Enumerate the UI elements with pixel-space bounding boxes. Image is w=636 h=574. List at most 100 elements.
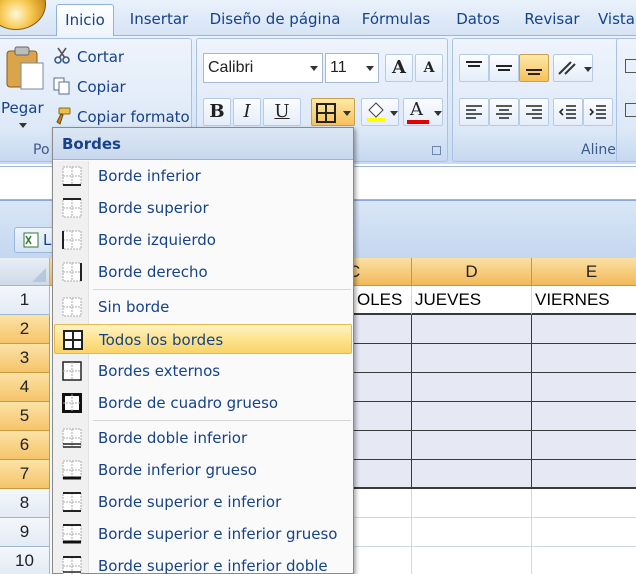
tab-formulas[interactable]: Fórmulas: [356, 4, 436, 36]
column-header-d[interactable]: D: [412, 258, 532, 286]
cell-e6[interactable]: [532, 431, 636, 460]
tab-insertar[interactable]: Insertar: [122, 4, 196, 36]
cell-e2[interactable]: [532, 315, 636, 344]
align-middle-button[interactable]: [489, 54, 519, 82]
scissors-icon: [54, 47, 70, 64]
tab-inicio[interactable]: Inicio: [56, 4, 114, 37]
cell-e1[interactable]: VIERNES: [532, 286, 636, 315]
left-border-icon: [62, 230, 82, 250]
copy-button[interactable]: Copiar: [53, 74, 126, 100]
tab-vista[interactable]: Vista: [598, 4, 636, 36]
font-size-combo[interactable]: 11: [325, 53, 379, 83]
cell-e10[interactable]: [532, 547, 636, 574]
menu-item-borde-superior[interactable]: Borde superior: [54, 193, 352, 223]
row-header-5[interactable]: 5: [0, 402, 50, 431]
column-header-e[interactable]: E: [532, 258, 636, 286]
menu-item-borde-derecho[interactable]: Borde derecho: [54, 257, 352, 287]
font-name-combo[interactable]: Calibri: [203, 53, 323, 83]
cell-d8[interactable]: [412, 489, 532, 518]
cell-c9[interactable]: [354, 518, 412, 547]
decrease-font-button[interactable]: A: [415, 54, 443, 82]
underline-button[interactable]: U: [263, 98, 301, 126]
cell-e9[interactable]: [532, 518, 636, 547]
align-left-icon: [466, 105, 482, 119]
cell-c8[interactable]: [354, 489, 412, 518]
merge-cells-icon[interactable]: [625, 103, 636, 117]
row-header-7[interactable]: 7: [0, 460, 50, 489]
paste-button[interactable]: Pegar: [0, 41, 49, 137]
excel-workbook-icon: [23, 232, 39, 248]
cell-e5[interactable]: [532, 402, 636, 431]
menu-separator: [93, 289, 351, 290]
menu-item-borde-doble-inferior[interactable]: Borde doble inferior: [54, 423, 352, 453]
row-header-9[interactable]: 9: [0, 518, 50, 547]
italic-button[interactable]: I: [233, 98, 261, 126]
cell-e4[interactable]: [532, 373, 636, 402]
menu-item-borde-izquierdo[interactable]: Borde izquierdo: [54, 225, 352, 255]
cell-d1[interactable]: JUEVES: [412, 286, 532, 315]
menu-item-bordes-externos[interactable]: Bordes externos: [54, 356, 352, 386]
cell-c3[interactable]: [354, 344, 412, 373]
tab-datos[interactable]: Datos: [448, 4, 508, 36]
align-left-button[interactable]: [459, 98, 489, 126]
cell-d2[interactable]: [412, 315, 532, 344]
tab-diseno-pagina[interactable]: Diseño de página: [206, 4, 344, 36]
fill-color-button[interactable]: [361, 98, 399, 126]
cell-e7[interactable]: [532, 460, 636, 489]
cell-c2[interactable]: [354, 315, 412, 344]
wrap-text-icon[interactable]: [625, 59, 636, 73]
cell-c6[interactable]: [354, 431, 412, 460]
cell-d10[interactable]: [412, 547, 532, 574]
paste-dropdown-arrow[interactable]: [19, 123, 27, 128]
decrease-indent-button[interactable]: [553, 98, 583, 126]
cell-e8[interactable]: [532, 489, 636, 518]
cell-d5[interactable]: [412, 402, 532, 431]
menu-item-todos-los-bordes[interactable]: Todos los bordes: [54, 324, 352, 354]
align-bottom-icon: [526, 69, 542, 75]
font-dialog-launcher-icon[interactable]: [432, 146, 441, 155]
align-top-button[interactable]: [459, 54, 489, 82]
select-all-corner[interactable]: [0, 258, 50, 286]
no-border-icon: [62, 297, 82, 317]
menu-item-borde-superior-e-inferior[interactable]: Borde superior e inferior: [54, 487, 352, 517]
underline-label: U: [274, 101, 290, 122]
office-button[interactable]: [0, 0, 46, 30]
row-header-3[interactable]: 3: [0, 344, 50, 373]
thick-bottom-border-icon: [62, 460, 82, 480]
font-color-button[interactable]: A: [403, 98, 443, 126]
cell-d3[interactable]: [412, 344, 532, 373]
row-header-1[interactable]: 1: [0, 286, 50, 315]
increase-font-button[interactable]: A: [385, 54, 413, 82]
cell-e3[interactable]: [532, 344, 636, 373]
row-header-8[interactable]: 8: [0, 489, 50, 518]
cell-c10[interactable]: [354, 547, 412, 574]
cell-d6[interactable]: [412, 431, 532, 460]
format-painter-icon: [56, 107, 71, 125]
cell-c4[interactable]: [354, 373, 412, 402]
orientation-button[interactable]: [553, 54, 593, 82]
cell-c7[interactable]: [354, 460, 412, 489]
cell-d4[interactable]: [412, 373, 532, 402]
align-bottom-button[interactable]: [519, 54, 549, 82]
cell-d9[interactable]: [412, 518, 532, 547]
tab-revisar[interactable]: Revisar: [518, 4, 586, 36]
increase-indent-button[interactable]: [583, 98, 613, 126]
row-header-2[interactable]: 2: [0, 315, 50, 344]
align-center-button[interactable]: [489, 98, 519, 126]
row-header-4[interactable]: 4: [0, 373, 50, 402]
borders-button[interactable]: [311, 98, 355, 126]
menu-item-borde-superior-e-inferior-doble[interactable]: Borde superior e inferior doble: [54, 551, 352, 574]
row-header-6[interactable]: 6: [0, 431, 50, 460]
align-right-button[interactable]: [519, 98, 549, 126]
row-header-10[interactable]: 10: [0, 547, 50, 574]
cell-c1[interactable]: OLES: [354, 286, 412, 315]
menu-item-borde-cuadro-grueso[interactable]: Borde de cuadro grueso: [54, 388, 352, 418]
bold-button[interactable]: B: [203, 98, 231, 126]
cell-c5[interactable]: [354, 402, 412, 431]
menu-item-borde-inferior-grueso[interactable]: Borde inferior grueso: [54, 455, 352, 485]
cut-button[interactable]: Cortar: [53, 44, 124, 70]
menu-item-borde-inferior[interactable]: Borde inferior: [54, 161, 352, 191]
menu-item-sin-borde[interactable]: Sin borde: [54, 292, 352, 322]
cell-d7[interactable]: [412, 460, 532, 489]
menu-item-borde-superior-e-inferior-grueso[interactable]: Borde superior e inferior grueso: [54, 519, 352, 549]
